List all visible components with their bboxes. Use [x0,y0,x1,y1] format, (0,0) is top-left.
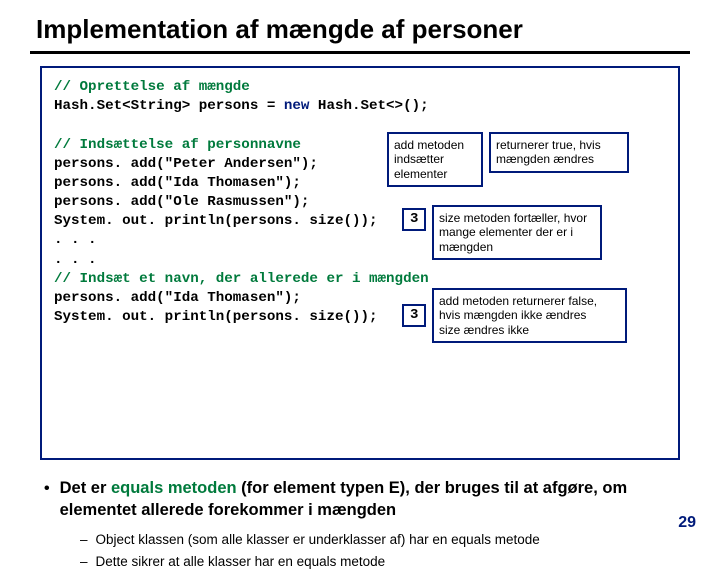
bullet-list: • Det er equals metoden (for element typ… [44,478,672,571]
bullet-dash-icon: – [80,531,88,549]
output-value-1: 3 [402,208,426,231]
code-line: System. out. println(persons. size()); [54,309,378,325]
bullet-sub: – Object klassen (som alle klasser er un… [80,531,672,549]
annotation-text: add metoden returnerer false, hvis mængd… [439,294,597,322]
code-line: persons. add("Peter Andersen"); [54,156,318,172]
code-comment: // Oprettelse af mængde [54,79,250,95]
code-comment: // Indsæt et navn, der allerede er i mæn… [54,271,429,287]
code-line: Hash.Set<String> persons = [54,98,284,114]
annotation-size: size metoden fortæller, hvor mange eleme… [432,205,602,260]
code-line: persons. add("Ida Thomasen"); [54,290,301,306]
code-comment: // Indsættelse af personnavne [54,137,301,153]
bullet-sub-text: Object klassen (som alle klasser er unde… [96,531,540,549]
annotation-return-false: add metoden returnerer false, hvis mængd… [432,288,627,343]
bullet-main: • Det er equals metoden (for element typ… [44,478,672,521]
code-line: System. out. println(persons. size()); [54,213,378,229]
code-line: persons. add("Ole Rasmussen"); [54,194,309,210]
code-keyword: new [284,98,310,114]
emphasized-text: equals metoden [111,479,237,497]
code-line: . . . [54,232,97,248]
page-number: 29 [678,514,696,532]
bullet-sub-text: Dette sikrer at alle klasser har en equa… [96,553,386,571]
annotation-add: add metoden indsætter elementer [387,132,483,187]
bullet-dot-icon: • [44,478,50,521]
annotation-text: size ændres ikke [439,323,529,337]
code-line: . . . [54,252,97,268]
code-box: // Oprettelse af mængde Hash.Set<String>… [40,66,680,460]
annotation-return-true: returnerer true, hvis mængden ændres [489,132,629,173]
bullet-main-text: Det er equals metoden (for element typen… [60,478,672,521]
slide-title: Implementation af mængde af personer [30,10,690,54]
code-line: persons. add("Ida Thomasen"); [54,175,301,191]
bullet-dash-icon: – [80,553,88,571]
output-value-2: 3 [402,304,426,327]
bullet-sub: – Dette sikrer at alle klasser har en eq… [80,553,672,571]
code-line: Hash.Set<>(); [309,98,428,114]
